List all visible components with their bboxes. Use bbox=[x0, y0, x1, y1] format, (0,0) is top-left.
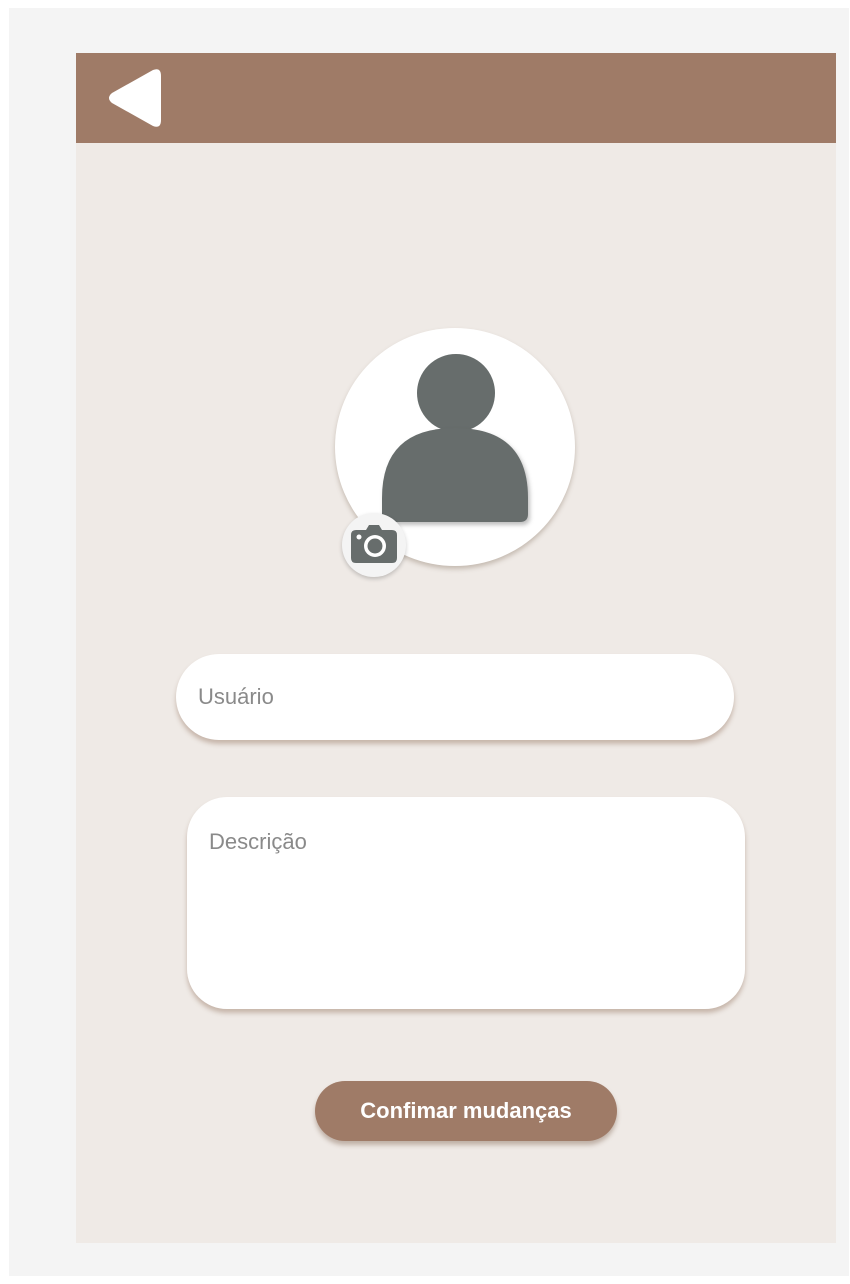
change-photo-button[interactable] bbox=[342, 513, 406, 577]
description-textarea[interactable] bbox=[187, 797, 745, 1009]
username-input[interactable] bbox=[176, 654, 734, 740]
back-button[interactable] bbox=[102, 65, 166, 131]
triangle-left-icon bbox=[109, 69, 161, 127]
camera-icon bbox=[351, 525, 397, 563]
confirm-changes-button[interactable]: Confimar mudanças bbox=[315, 1081, 617, 1141]
outer-frame: Confimar mudanças bbox=[9, 8, 849, 1276]
edit-profile-screen: Confimar mudanças bbox=[76, 53, 836, 1243]
app-header bbox=[76, 53, 836, 143]
